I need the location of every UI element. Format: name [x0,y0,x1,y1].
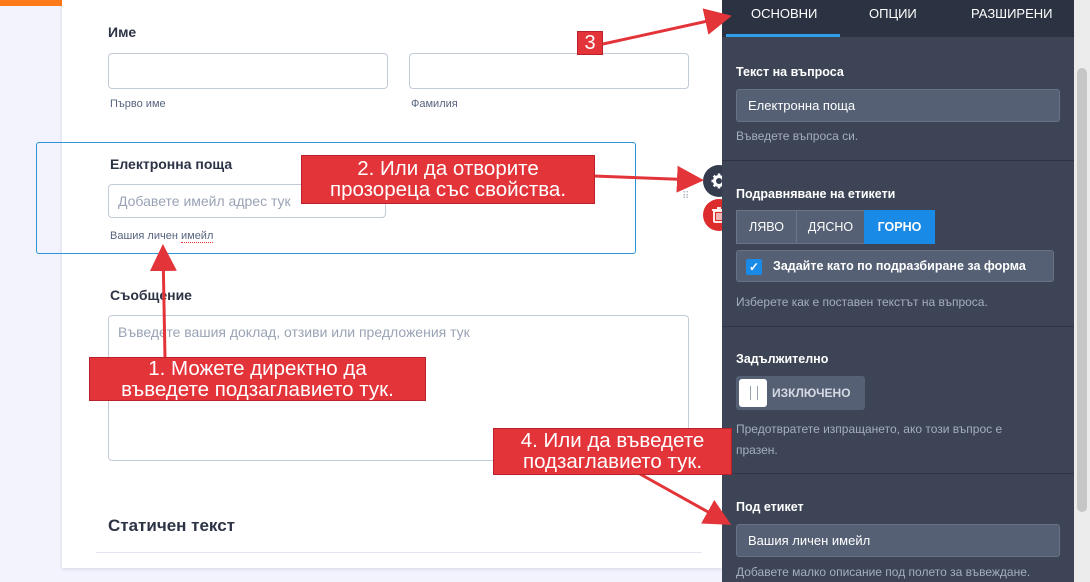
callout-2-line2: прозореца със свойства. [329,178,567,201]
callout-2: 2. Или да отворите прозореца със свойств… [301,155,595,204]
callout-1: 1. Можете директно да въведете подзаглав… [89,357,426,401]
callout-2-line1: 2. Или да отворите [357,157,539,180]
arrow-2 [593,165,704,193]
arrow-1 [149,244,177,359]
callout-4-line2: подзаглавието тук. [522,450,703,473]
callout-1-line2: въведете подзаглавието тук. [121,378,394,401]
callout-4: 4. Или да въведете подзаглавието тук. [493,428,732,475]
arrow-4 [639,472,732,525]
callout-4-line1: 4. Или да въведете [520,429,705,452]
callout-3: 3 [577,31,603,55]
arrow-3 [602,8,732,46]
annotation-arrows [149,8,732,525]
callout-1-line1: 1. Можете директно да [148,357,367,380]
